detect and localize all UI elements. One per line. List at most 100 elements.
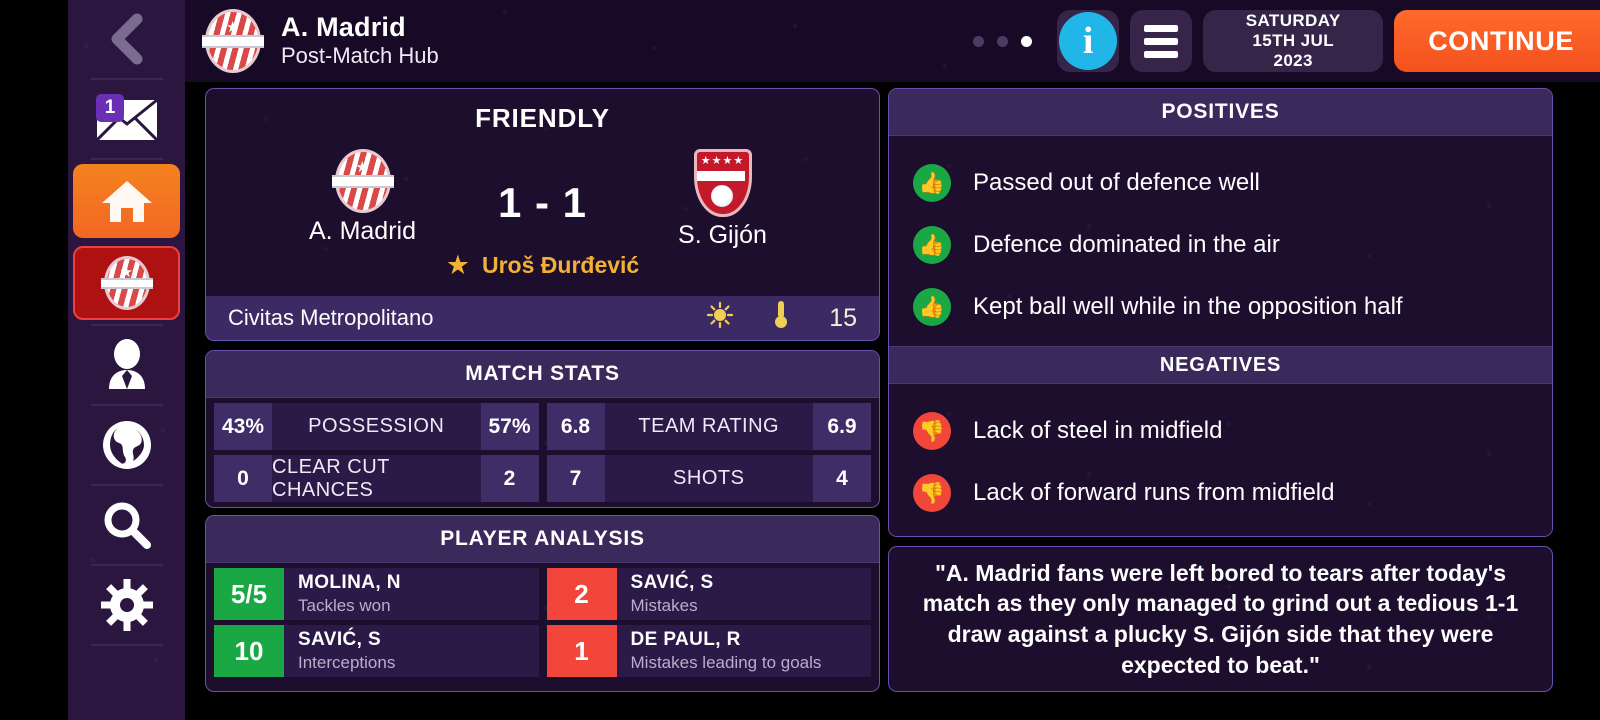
club-chip: ★ <box>73 246 180 320</box>
thumbs-up-icon: 👍 <box>913 288 951 326</box>
player-stat-label: Mistakes <box>630 596 698 615</box>
club-crest-icon: ★ <box>100 256 153 310</box>
sidebar-divider <box>90 644 163 646</box>
hamburger-icon <box>1144 24 1179 58</box>
stat-label: POSSESSION <box>308 415 445 437</box>
player-info: SAVIĆ, S Mistakes <box>617 568 872 620</box>
date-weekday: SATURDAY <box>1245 10 1341 30</box>
magnifier-icon <box>101 499 153 551</box>
positives-title: POSITIVES <box>889 89 1552 136</box>
info-icon: i <box>1059 12 1118 70</box>
post-match-hub-screen: 1 ★ ★ A. Madrid Post-Match Hub i SATURDA… <box>0 0 1600 720</box>
thermometer-icon <box>773 300 789 336</box>
sidebar-item-club[interactable]: ★ <box>68 242 185 324</box>
temperature-value: 15 <box>829 303 857 332</box>
venue-conditions: 15 <box>707 300 857 336</box>
player-analysis-item[interactable]: 10 SAVIĆ, S Interceptions <box>214 625 539 677</box>
stat-possession[interactable]: 43% POSSESSION 57% <box>214 403 539 450</box>
negative-text: Lack of forward runs from midfield <box>973 479 1335 506</box>
pager-dot[interactable] <box>997 35 1009 47</box>
header-title-group: A. Madrid Post-Match Hub <box>281 12 439 70</box>
player-stat-value: 5/5 <box>214 568 284 620</box>
pager-dot-active[interactable] <box>1021 35 1033 47</box>
player-name: DE PAUL, R <box>630 629 741 650</box>
man-of-the-match-name: Uroš Đurđević <box>482 252 640 278</box>
stat-label: TEAM RATING <box>638 415 780 437</box>
negatives-title: NEGATIVES <box>889 346 1552 384</box>
away-team-crest-icon: ★★★★ <box>693 149 752 217</box>
header-identity: ★ A. Madrid Post-Match Hub <box>202 0 439 82</box>
man-of-the-match[interactable]: ★ Uroš Đurđević <box>206 252 879 279</box>
thumbs-up-icon: 👍 <box>913 164 951 202</box>
date-display[interactable]: SATURDAY 15TH JUL 2023 <box>1203 10 1384 72</box>
page-subtitle: Post-Match Hub <box>281 43 439 69</box>
inbox-badge: 1 <box>96 94 124 122</box>
positives-list: 👍 Passed out of defence well 👍 Defence d… <box>889 136 1552 346</box>
player-info: MOLINA, N Tackles won <box>284 568 539 620</box>
player-name: SAVIĆ, S <box>630 572 714 593</box>
negative-text: Lack of steel in midfield <box>973 417 1223 444</box>
scoreline: ★ A. Madrid 1 - 1 ★★★★ S. Gijón <box>206 139 879 250</box>
header-club-crest-icon: ★ <box>202 9 264 73</box>
negative-item: 👎 Lack of steel in midfield <box>889 400 1552 462</box>
date-day: 15TH JUL <box>1252 30 1334 50</box>
player-stat-label: Tackles won <box>298 596 391 615</box>
player-stat-value: 2 <box>546 568 617 620</box>
chevron-left-icon <box>103 11 151 67</box>
page-title: A. Madrid <box>281 12 406 43</box>
sidebar-item-inbox[interactable]: 1 <box>68 80 185 158</box>
home-team[interactable]: ★ A. Madrid <box>263 149 463 246</box>
positive-item: 👍 Kept ball well while in the opposition… <box>889 276 1552 338</box>
stat-away-value: 4 <box>813 455 871 502</box>
stat-team-rating[interactable]: 6.8 TEAM RATING 6.9 <box>546 403 871 450</box>
date-year: 2023 <box>1273 51 1313 71</box>
media-quote-text: "A. Madrid fans were left bored to tears… <box>922 559 1519 678</box>
thumbs-up-icon: 👍 <box>913 226 951 264</box>
stat-home-value: 0 <box>214 455 272 502</box>
player-info: SAVIĆ, S Interceptions <box>284 625 539 677</box>
player-analysis-item[interactable]: 5/5 MOLINA, N Tackles won <box>214 568 539 620</box>
player-info: DE PAUL, R Mistakes leading to goals <box>617 625 872 677</box>
star-icon: ★ <box>445 250 470 280</box>
player-analysis-item[interactable]: 1 DE PAUL, R Mistakes leading to goals <box>546 625 872 677</box>
stat-clear-cut-chances[interactable]: 0 CLEAR CUT CHANCES 2 <box>214 455 539 502</box>
stat-away-value: 6.9 <box>813 403 871 450</box>
home-team-name: A. Madrid <box>309 217 416 245</box>
sidebar-item-settings[interactable] <box>68 566 185 644</box>
sun-icon <box>707 301 734 334</box>
match-feedback-card: POSITIVES 👍 Passed out of defence well 👍… <box>888 88 1553 537</box>
globe-icon <box>101 419 153 471</box>
away-team-name: S. Gijón <box>678 221 767 249</box>
player-analysis-body: 5/5 MOLINA, N Tackles won 2 SAVIĆ, S Mis… <box>206 568 879 677</box>
stat-shots[interactable]: 7 SHOTS 4 <box>546 455 871 502</box>
match-stats-card: MATCH STATS 43% POSSESSION 57% 6.8 TEAM … <box>205 350 880 508</box>
continue-button[interactable]: CONTINUE <box>1394 10 1600 72</box>
player-analysis-item[interactable]: 2 SAVIĆ, S Mistakes <box>546 568 872 620</box>
info-button[interactable]: i <box>1057 10 1120 72</box>
screen-left-gutter <box>0 0 68 720</box>
sidebar-item-back[interactable] <box>68 0 185 78</box>
player-analysis-row: 5/5 MOLINA, N Tackles won 2 SAVIĆ, S Mis… <box>214 568 871 620</box>
sidebar-item-search[interactable] <box>68 486 185 564</box>
top-header: ★ A. Madrid Post-Match Hub i SATURDAY 15… <box>185 0 1600 82</box>
stat-home-value: 7 <box>546 455 605 502</box>
player-stat-value: 10 <box>214 625 284 677</box>
away-team[interactable]: ★★★★ S. Gijón <box>623 149 823 250</box>
sidebar-item-home[interactable] <box>68 160 185 242</box>
stat-away-value: 57% <box>480 403 539 450</box>
stat-label: CLEAR CUT CHANCES <box>272 455 390 501</box>
sidebar-item-manager[interactable] <box>68 326 185 404</box>
positive-item: 👍 Passed out of defence well <box>889 152 1552 214</box>
sidebar-item-world[interactable] <box>68 406 185 484</box>
match-summary-card: FRIENDLY ★ A. Madrid 1 - 1 ★★★★ S. Gijón… <box>205 88 880 341</box>
player-analysis-card: PLAYER ANALYSIS 5/5 MOLINA, N Tackles wo… <box>205 515 880 692</box>
home-chip <box>73 164 180 238</box>
pager-dots[interactable] <box>973 35 1033 47</box>
menu-button[interactable] <box>1130 10 1193 72</box>
gear-icon <box>100 579 153 631</box>
venue-bar: Civitas Metropolitano 15 <box>206 296 879 340</box>
pager-dot[interactable] <box>973 35 985 47</box>
player-name: SAVIĆ, S <box>298 629 382 650</box>
match-stats-body: 43% POSSESSION 57% 6.8 TEAM RATING 6.9 0… <box>206 403 879 502</box>
positive-text: Kept ball well while in the opposition h… <box>973 293 1403 320</box>
